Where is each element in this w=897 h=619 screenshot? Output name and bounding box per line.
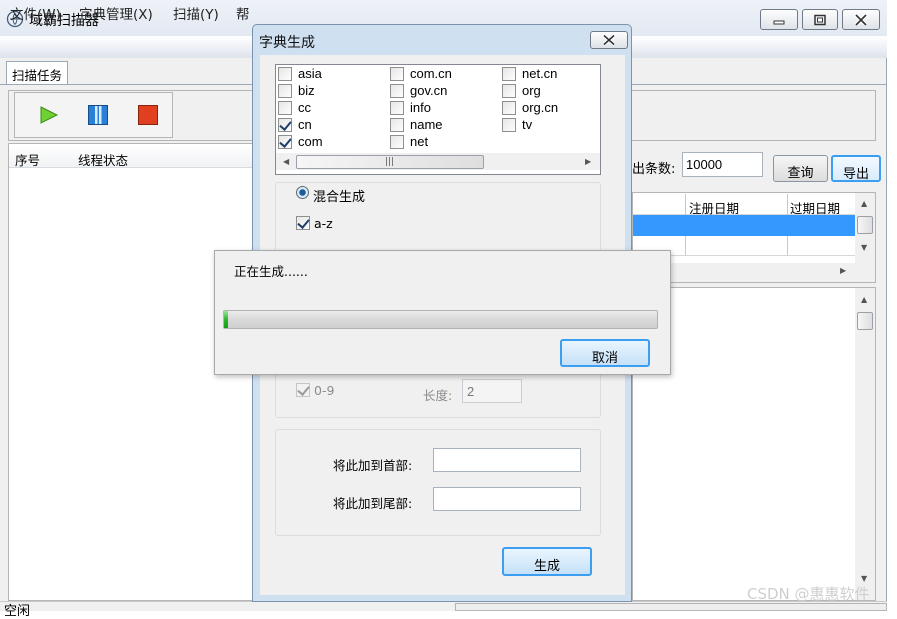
az-label: a-z [314, 216, 333, 231]
watermark: CSDN @惠惠软件 [747, 585, 870, 603]
tld-checkbox-tv[interactable] [502, 118, 516, 132]
progress-message: 正在生成...... [234, 264, 308, 279]
affix-group [275, 429, 601, 536]
column-header-thread-status[interactable]: 线程状态 [78, 150, 128, 169]
length-input[interactable] [462, 379, 522, 403]
tld-checkbox-name[interactable] [390, 118, 404, 132]
tld-checkbox-cn[interactable] [278, 118, 292, 132]
tld-label-cc: cc [298, 100, 311, 115]
menu-help[interactable]: 帮 [236, 3, 250, 23]
tld-label-com-cn: com.cn [410, 66, 452, 81]
play-icon [40, 106, 59, 124]
tld-label-tv: tv [522, 117, 533, 132]
scroll-down-arrow-icon[interactable]: ▼ [861, 574, 867, 583]
tld-checkbox-gov-cn[interactable] [390, 84, 404, 98]
scroll-up-arrow-icon[interactable]: ▲ [861, 199, 867, 208]
play-button[interactable] [38, 105, 60, 125]
tld-checkbox-com-cn[interactable] [390, 67, 404, 81]
status-text: 空闲 [4, 604, 31, 619]
minimize-button[interactable] [760, 9, 798, 30]
progress-bar [223, 310, 658, 329]
minimize-icon [773, 20, 785, 24]
tab-scan-task[interactable]: 扫描任务 [6, 61, 68, 84]
tld-checkbox-com[interactable] [278, 135, 292, 149]
tld-label-name: name [410, 117, 443, 132]
tld-label-com: com [298, 134, 323, 149]
az-checkbox[interactable] [296, 216, 310, 230]
close-icon [854, 13, 868, 26]
tld-label-net: net [410, 134, 429, 149]
task-grid-header [9, 144, 254, 168]
prefix-input[interactable] [433, 448, 581, 472]
scroll-down-arrow-icon[interactable]: ▼ [861, 243, 867, 252]
suffix-input[interactable] [433, 487, 581, 511]
digits-label: 0-9 [314, 383, 335, 398]
tld-checkbox-org[interactable] [502, 84, 516, 98]
tld-checkbox-net-cn[interactable] [502, 67, 516, 81]
mix-generate-radio[interactable] [296, 186, 309, 199]
status-progress [455, 603, 887, 611]
pause-icon [88, 105, 108, 125]
tld-label-info: info [410, 100, 431, 115]
digits-checkbox[interactable] [296, 383, 310, 397]
tld-checkbox-asia[interactable] [278, 67, 292, 81]
suffix-label: 将此加到尾部: [333, 496, 413, 511]
close-button[interactable] [842, 9, 880, 30]
tld-checkbox-org-cn[interactable] [502, 101, 516, 115]
column-header-index[interactable]: 序号 [15, 150, 40, 169]
scrollbar-thumb[interactable] [857, 216, 873, 234]
scrollbar-thumb[interactable] [857, 312, 873, 330]
tld-label-net-cn: net.cn [522, 66, 558, 81]
menu-dictionary[interactable]: 字典管理(X) [79, 3, 153, 23]
tld-label-asia: asia [298, 66, 322, 81]
scroll-right-arrow-icon[interactable]: ▶ [585, 157, 591, 166]
scrollbar-thumb[interactable]: ||| [296, 155, 484, 169]
tld-checkbox-cc[interactable] [278, 101, 292, 115]
tld-label-cn: cn [298, 117, 312, 132]
export-count-input[interactable] [682, 152, 763, 177]
mix-generate-label: 混合生成 [313, 190, 366, 205]
tld-checkbox-info[interactable] [390, 101, 404, 115]
stop-button[interactable] [137, 104, 159, 126]
scroll-up-arrow-icon[interactable]: ▲ [861, 295, 867, 304]
desktop-edge [888, 0, 897, 611]
prefix-label: 将此加到首部: [333, 458, 413, 473]
export-button[interactable]: 导出 [831, 155, 881, 182]
log-vertical-scrollbar[interactable] [855, 288, 875, 600]
tld-label-biz: biz [298, 83, 315, 98]
pause-button[interactable] [87, 104, 109, 126]
scroll-right-arrow-icon[interactable]: ▶ [840, 266, 846, 275]
grip-icon: ||| [385, 157, 395, 167]
dialog-close-button[interactable] [590, 31, 628, 49]
close-icon [602, 34, 616, 46]
generate-button[interactable]: 生成 [502, 547, 592, 576]
tld-label-org-cn: org.cn [522, 100, 559, 115]
dialog-title: 字典生成 [259, 35, 315, 51]
tld-label-org: org [522, 83, 541, 98]
tld-checkbox-net[interactable] [390, 135, 404, 149]
maximize-icon [814, 14, 826, 25]
cancel-button[interactable]: 取消 [560, 339, 650, 367]
menu-file[interactable]: 文件(W) [10, 3, 61, 23]
tld-checkbox-biz[interactable] [278, 84, 292, 98]
stop-icon [138, 105, 158, 125]
tld-label-gov-cn: gov.cn [410, 83, 448, 98]
length-label: 长度: [423, 388, 453, 403]
progress-bar-fill [224, 311, 228, 328]
table-row-selected[interactable] [633, 215, 855, 236]
export-count-label: 出条数: [632, 162, 676, 177]
maximize-button[interactable] [802, 9, 838, 30]
menu-scan[interactable]: 扫描(Y) [173, 3, 219, 23]
scroll-left-arrow-icon[interactable]: ◀ [283, 157, 289, 166]
query-button[interactable]: 查询 [773, 155, 828, 182]
